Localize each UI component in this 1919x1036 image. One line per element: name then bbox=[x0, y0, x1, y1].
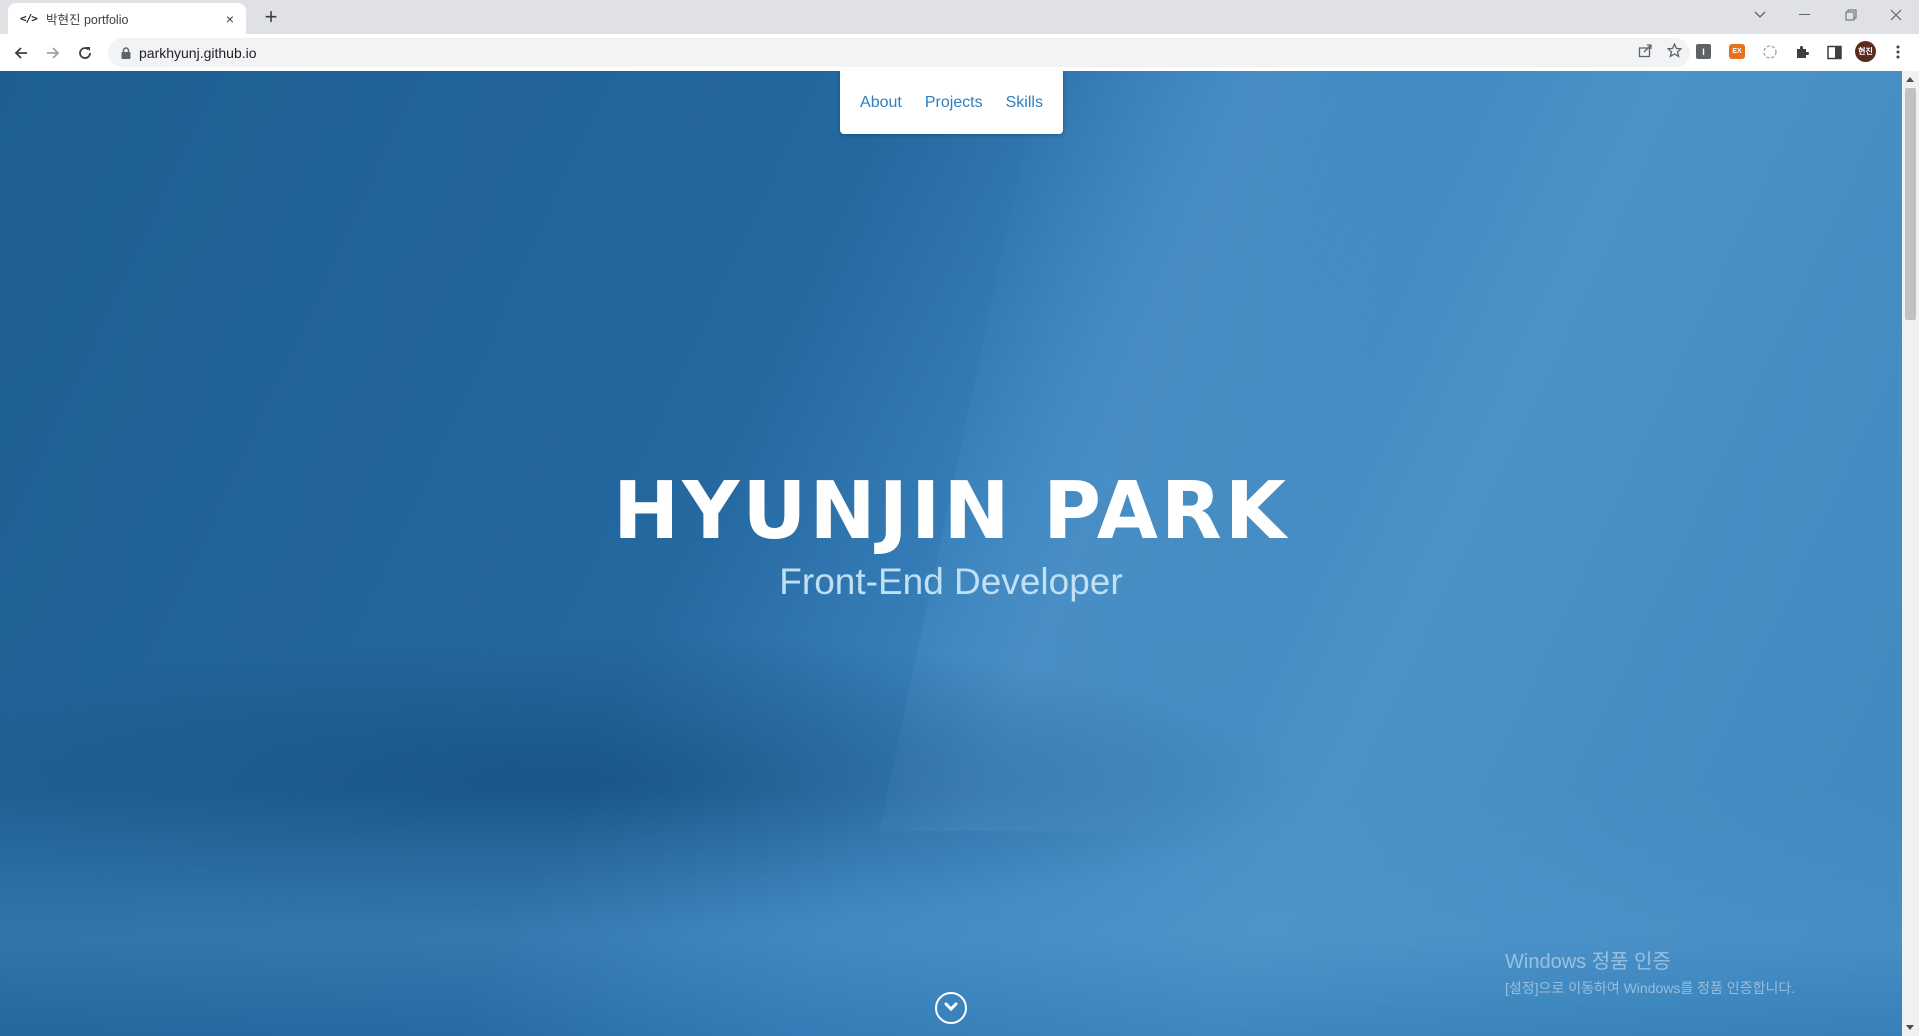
scrollbar-thumb[interactable] bbox=[1905, 88, 1916, 320]
menu-dots-icon[interactable] bbox=[1888, 42, 1908, 62]
extension-3-icon[interactable] bbox=[1760, 42, 1780, 62]
puzzle-extensions-icon[interactable] bbox=[1792, 42, 1812, 62]
nav-skills-link[interactable]: Skills bbox=[1006, 94, 1043, 112]
browser-toolbar: parkhyunj.github.io I EX 현진 bbox=[0, 34, 1919, 72]
restore-icon[interactable] bbox=[1828, 0, 1874, 30]
page-scrollbar[interactable] bbox=[1902, 71, 1919, 1036]
new-tab-button[interactable]: + bbox=[258, 4, 284, 30]
url-text: parkhyunj.github.io bbox=[139, 44, 257, 61]
tab-title: 박현진 portfolio bbox=[46, 13, 129, 27]
scroll-down-arrow-icon[interactable] bbox=[1906, 1025, 1914, 1030]
extension-1-icon[interactable]: I bbox=[1696, 44, 1711, 59]
lock-icon[interactable] bbox=[121, 46, 131, 59]
hero-title: HYUNJIN PARK bbox=[613, 465, 1289, 557]
hero-subtitle: Front-End Developer bbox=[779, 561, 1123, 602]
close-window-icon[interactable] bbox=[1873, 0, 1919, 30]
profile-avatar[interactable]: 현진 bbox=[1855, 41, 1876, 62]
forward-arrow-icon[interactable] bbox=[39, 39, 67, 67]
share-icon[interactable] bbox=[1638, 43, 1653, 63]
extension-2-icon[interactable]: EX bbox=[1729, 44, 1745, 59]
side-panel-icon[interactable] bbox=[1824, 42, 1844, 62]
chevron-down-icon bbox=[944, 999, 958, 1017]
reload-icon[interactable] bbox=[71, 39, 99, 67]
bookmark-star-icon[interactable] bbox=[1666, 41, 1683, 63]
browser-tab[interactable]: </> 박현진 portfolio × bbox=[8, 3, 246, 34]
address-bar[interactable]: parkhyunj.github.io bbox=[108, 38, 1690, 67]
top-navigation: About Projects Skills bbox=[840, 71, 1063, 134]
activation-title: Windows 정품 인증 bbox=[1505, 951, 1671, 973]
tab-search-icon[interactable] bbox=[1737, 0, 1783, 30]
minimize-icon[interactable] bbox=[1782, 0, 1828, 30]
activation-subtitle: [설정]으로 이동하여 Windows를 정품 인증합니다. bbox=[1505, 980, 1796, 996]
nav-about-link[interactable]: About bbox=[860, 94, 902, 112]
page-viewport: About Projects Skills HYUNJIN PARK Front… bbox=[0, 71, 1919, 1036]
scroll-down-button[interactable] bbox=[935, 992, 967, 1024]
windows-activation-watermark: Windows 정품 인증 [설정]으로 이동하여 Windows를 정품 인증… bbox=[1505, 945, 1795, 998]
nav-projects-link[interactable]: Projects bbox=[925, 94, 983, 112]
close-tab-icon[interactable]: × bbox=[222, 11, 238, 27]
tab-strip: </> 박현진 portfolio × + bbox=[0, 0, 1919, 34]
scroll-up-arrow-icon[interactable] bbox=[1906, 77, 1914, 82]
code-favicon-icon: </> bbox=[20, 12, 38, 25]
back-arrow-icon[interactable] bbox=[7, 39, 35, 67]
